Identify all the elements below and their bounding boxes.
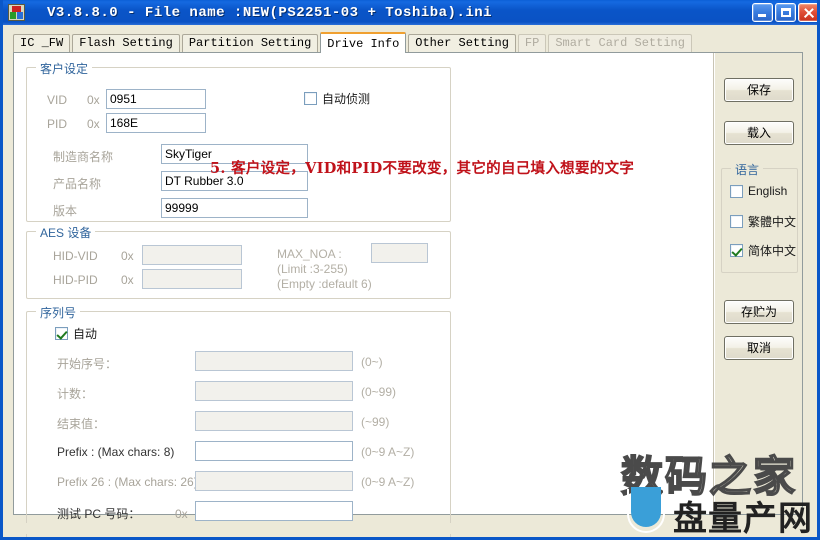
save-button[interactable]: 保存 bbox=[724, 78, 794, 102]
auto-detect-label: 自动侦测 bbox=[322, 92, 371, 106]
maximize-button[interactable] bbox=[775, 3, 796, 22]
max-noa-hint-default: (Empty :default 6) bbox=[277, 277, 372, 291]
serial-prefix26-input[interactable] bbox=[195, 471, 353, 491]
version-input[interactable] bbox=[161, 198, 308, 218]
hid-vid-prefix-label: 0x bbox=[121, 249, 134, 263]
pid-label: PID bbox=[47, 117, 68, 131]
window-title: V3.8.8.0 - File name :NEW(PS2251-03 + To… bbox=[47, 4, 493, 21]
side-button-rail: 保存 载入 语言 English 繁體中文 简体中文 存贮为 取消 bbox=[715, 53, 802, 514]
tab-other-setting[interactable]: Other Setting bbox=[408, 34, 516, 52]
tab-strip: IC _FW Flash Setting Partition Setting D… bbox=[13, 32, 694, 53]
serial-start-input[interactable] bbox=[195, 351, 353, 371]
tab-smart-card-setting: Smart Card Setting bbox=[548, 34, 692, 52]
manufacturer-label: 制造商名称 bbox=[53, 150, 114, 164]
watermark-url-name: UPANTOOL bbox=[686, 535, 782, 537]
serial-number-group: 序列号 自动 开始序号： (0~) 计数： (0~99) 结束值： (~99) … bbox=[26, 304, 451, 537]
hid-pid-prefix-label: 0x bbox=[121, 273, 134, 287]
tab-drive-info[interactable]: Drive Info bbox=[320, 32, 407, 53]
pid-input[interactable] bbox=[106, 113, 206, 133]
aes-device-group: AES 设备 HID-VID 0x HID-PID 0x MAX_NOA : (… bbox=[26, 224, 451, 299]
serial-end-input[interactable] bbox=[195, 411, 353, 431]
serial-number-group-label: 序列号 bbox=[36, 304, 81, 321]
pid-prefix-label: 0x bbox=[87, 117, 100, 131]
serial-count-hint: (0~99) bbox=[361, 385, 397, 399]
vid-input[interactable] bbox=[106, 89, 206, 109]
window-client-area: IC _FW Flash Setting Partition Setting D… bbox=[3, 25, 817, 537]
status-strip bbox=[3, 523, 817, 534]
max-noa-label: MAX_NOA : bbox=[277, 247, 342, 261]
language-option-traditional-chinese-label: 繁體中文 bbox=[748, 215, 797, 229]
version-label: 版本 bbox=[53, 204, 78, 218]
close-button[interactable] bbox=[798, 3, 817, 22]
watermark-url-dot1: . bbox=[680, 535, 685, 537]
vid-label: VID bbox=[47, 93, 68, 107]
tab-fp: FP bbox=[517, 34, 547, 52]
tab-page-drive-info: 客户设定 VID 0x PID 0x 自动侦测 制造商名称 产品名称 bbox=[13, 52, 803, 537]
test-pc-number-prefix-label: 0x bbox=[175, 507, 188, 521]
window-controls bbox=[752, 3, 817, 22]
save-as-button[interactable]: 存贮为 bbox=[724, 300, 794, 324]
watermark-url-com: COM bbox=[788, 535, 817, 537]
watermark-url: WWW.UPANTOOL.COM bbox=[633, 535, 817, 537]
checkbox-box-icon bbox=[304, 92, 317, 105]
title-bar: V3.8.8.0 - File name :NEW(PS2251-03 + To… bbox=[3, 0, 817, 25]
checkbox-box-icon bbox=[55, 327, 68, 340]
language-option-english-label: English bbox=[748, 184, 788, 198]
checkbox-box-icon bbox=[730, 184, 743, 198]
minimize-button[interactable] bbox=[752, 3, 773, 22]
maximize-icon bbox=[781, 8, 791, 17]
hid-pid-label: HID-PID bbox=[53, 273, 98, 287]
serial-prefix26-hint: (0~9 A~Z) bbox=[361, 475, 415, 489]
application-window: V3.8.8.0 - File name :NEW(PS2251-03 + To… bbox=[0, 0, 820, 540]
max-noa-hint-limit: (Limit :3-255) bbox=[277, 262, 348, 276]
customer-settings-group: 客户设定 VID 0x PID 0x 自动侦测 制造商名称 产品名称 bbox=[26, 60, 451, 222]
serial-end-label: 结束值： bbox=[57, 417, 106, 431]
minimize-icon bbox=[758, 14, 766, 17]
max-noa-input[interactable] bbox=[371, 243, 428, 263]
checkbox-box-icon bbox=[730, 215, 743, 228]
watermark-url-dot2: . bbox=[782, 535, 787, 537]
product-name-label: 产品名称 bbox=[53, 177, 102, 191]
test-pc-number-input[interactable] bbox=[195, 501, 353, 521]
serial-prefix-hint: (0~9 A~Z) bbox=[361, 445, 415, 459]
serial-prefix-input[interactable] bbox=[195, 441, 353, 461]
drive-info-panel: 客户设定 VID 0x PID 0x 自动侦测 制造商名称 产品名称 bbox=[14, 53, 714, 537]
serial-auto-label: 自动 bbox=[73, 327, 98, 341]
vid-prefix-label: 0x bbox=[87, 93, 100, 107]
hid-pid-input[interactable] bbox=[142, 269, 242, 289]
load-button[interactable]: 载入 bbox=[724, 121, 794, 145]
language-option-simplified-chinese[interactable]: 简体中文 bbox=[730, 242, 796, 259]
serial-auto-checkbox[interactable]: 自动 bbox=[55, 325, 97, 342]
auto-detect-checkbox[interactable]: 自动侦测 bbox=[304, 90, 370, 107]
tab-partition-setting[interactable]: Partition Setting bbox=[181, 34, 319, 52]
serial-prefix26-label: Prefix 26 : (Max chars: 26) bbox=[57, 475, 198, 489]
language-group-label: 语言 bbox=[731, 161, 764, 178]
customer-settings-group-label: 客户设定 bbox=[36, 60, 93, 77]
serial-end-hint: (~99) bbox=[361, 415, 390, 429]
test-pc-number-label: 测试 PC 号码： bbox=[57, 507, 141, 521]
hid-vid-label: HID-VID bbox=[53, 249, 98, 263]
cancel-button[interactable]: 取消 bbox=[724, 336, 794, 360]
serial-start-hint: (0~) bbox=[361, 355, 383, 369]
serial-prefix-label: Prefix : (Max chars: 8) bbox=[57, 445, 175, 459]
language-option-traditional-chinese[interactable]: 繁體中文 bbox=[730, 213, 796, 230]
chip-icon bbox=[8, 4, 25, 21]
watermark-url-www: WWW bbox=[633, 535, 680, 537]
language-group: 语言 English 繁體中文 简体中文 bbox=[721, 161, 798, 273]
annotation-text: 5. 客户设定，VID和PID不要改变，其它的自己填入想要的文字 bbox=[210, 160, 635, 177]
serial-start-label: 开始序号： bbox=[57, 357, 118, 371]
tab-ic-fw[interactable]: IC _FW bbox=[13, 34, 71, 52]
serial-count-input[interactable] bbox=[195, 381, 353, 401]
aes-device-group-label: AES 设备 bbox=[36, 224, 96, 241]
hid-vid-input[interactable] bbox=[142, 245, 242, 265]
tab-flash-setting[interactable]: Flash Setting bbox=[72, 34, 180, 52]
language-option-english[interactable]: English bbox=[730, 184, 787, 198]
serial-count-label: 计数： bbox=[57, 387, 94, 401]
language-option-simplified-chinese-label: 简体中文 bbox=[748, 244, 797, 258]
checkbox-box-icon bbox=[730, 244, 743, 257]
